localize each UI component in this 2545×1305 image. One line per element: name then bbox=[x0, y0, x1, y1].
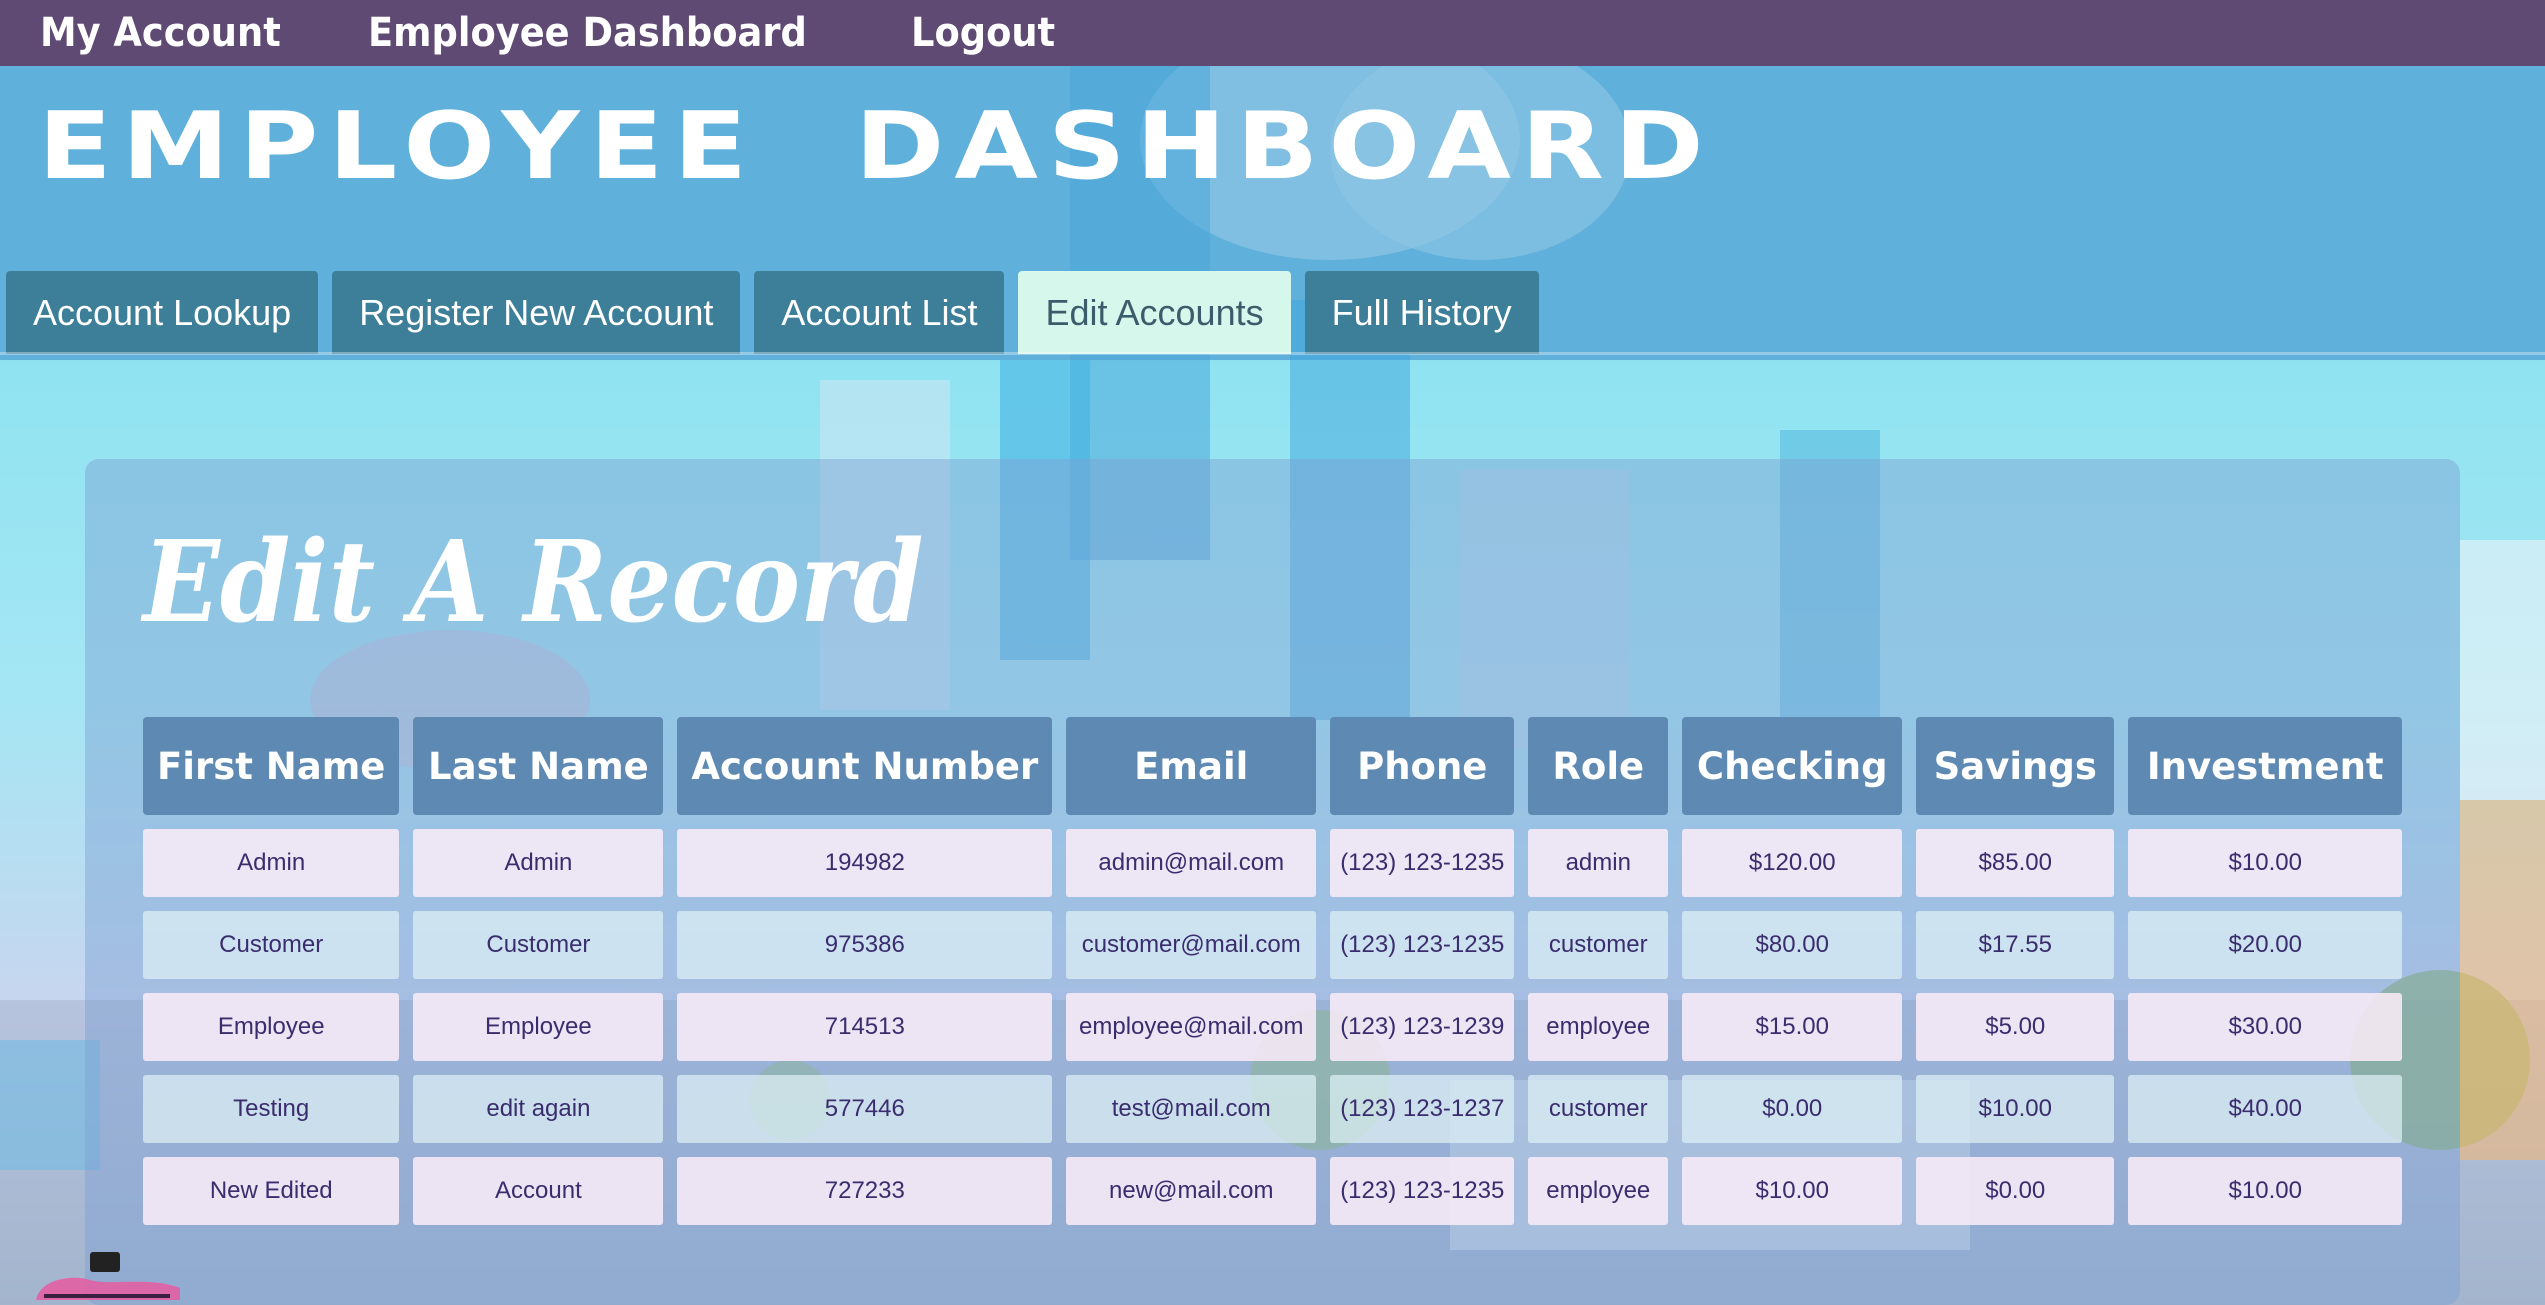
cell-savings[interactable]: $0.00 bbox=[1916, 1157, 2115, 1225]
column-header-investment: Investment bbox=[2128, 717, 2403, 815]
table-row[interactable]: New Edited Account 727233 new@mail.com (… bbox=[143, 1157, 2403, 1225]
tab-strip-divider bbox=[0, 352, 2545, 355]
cell-investment[interactable]: $10.00 bbox=[2128, 829, 2403, 897]
nav-employee-dashboard-link[interactable]: Employee Dashboard bbox=[368, 11, 807, 55]
tab-full-history[interactable]: Full History bbox=[1304, 271, 1539, 354]
column-header-first-name: First Name bbox=[143, 717, 400, 815]
cell-investment[interactable]: $40.00 bbox=[2128, 1075, 2403, 1143]
cell-checking[interactable]: $15.00 bbox=[1682, 993, 1903, 1061]
cell-first-name[interactable]: Admin bbox=[143, 829, 400, 897]
cell-last-name[interactable]: edit again bbox=[413, 1075, 664, 1143]
cell-role[interactable]: admin bbox=[1528, 829, 1669, 897]
cell-savings[interactable]: $5.00 bbox=[1916, 993, 2115, 1061]
powerpuff-logo-icon bbox=[36, 1252, 180, 1300]
cell-last-name[interactable]: Account bbox=[413, 1157, 664, 1225]
cell-checking[interactable]: $0.00 bbox=[1682, 1075, 1903, 1143]
cell-checking[interactable]: $10.00 bbox=[1682, 1157, 1903, 1225]
cell-account-number[interactable]: 975386 bbox=[677, 911, 1053, 979]
column-header-checking: Checking bbox=[1682, 717, 1903, 815]
cell-checking[interactable]: $120.00 bbox=[1682, 829, 1903, 897]
cell-investment[interactable]: $10.00 bbox=[2128, 1157, 2403, 1225]
cell-phone[interactable]: (123) 123-1235 bbox=[1330, 911, 1515, 979]
cell-account-number[interactable]: 194982 bbox=[677, 829, 1053, 897]
cell-email[interactable]: new@mail.com bbox=[1066, 1157, 1317, 1225]
column-header-savings: Savings bbox=[1916, 717, 2115, 815]
cell-last-name[interactable]: Customer bbox=[413, 911, 664, 979]
cell-last-name[interactable]: Admin bbox=[413, 829, 664, 897]
panel-title: Edit A Record bbox=[143, 517, 924, 648]
nav-logout-link[interactable]: Logout bbox=[911, 11, 1055, 55]
cell-role[interactable]: employee bbox=[1528, 993, 1669, 1061]
column-header-last-name: Last Name bbox=[413, 717, 664, 815]
dashboard-tabs: Account Lookup Register New Account Acco… bbox=[6, 271, 1539, 354]
cell-first-name[interactable]: Employee bbox=[143, 993, 400, 1061]
cell-email[interactable]: customer@mail.com bbox=[1066, 911, 1317, 979]
cell-email[interactable]: test@mail.com bbox=[1066, 1075, 1317, 1143]
page-title: EMPLOYEE DASHBOARD bbox=[38, 92, 1714, 201]
tab-account-lookup[interactable]: Account Lookup bbox=[6, 271, 319, 354]
column-header-account-number: Account Number bbox=[677, 717, 1053, 815]
cell-savings[interactable]: $17.55 bbox=[1916, 911, 2115, 979]
tab-register-new-account[interactable]: Register New Account bbox=[332, 271, 741, 354]
nav-my-account-link[interactable]: My Account bbox=[40, 11, 281, 55]
cell-checking[interactable]: $80.00 bbox=[1682, 911, 1903, 979]
cell-account-number[interactable]: 714513 bbox=[677, 993, 1053, 1061]
accounts-table: First Name Last Name Account Number Emai… bbox=[129, 703, 2416, 1239]
cell-role[interactable]: customer bbox=[1528, 911, 1669, 979]
cell-role[interactable]: employee bbox=[1528, 1157, 1669, 1225]
column-header-email: Email bbox=[1066, 717, 1317, 815]
tab-edit-accounts[interactable]: Edit Accounts bbox=[1018, 271, 1291, 354]
column-header-role: Role bbox=[1528, 717, 1669, 815]
table-row[interactable]: Admin Admin 194982 admin@mail.com (123) … bbox=[143, 829, 2403, 897]
cell-phone[interactable]: (123) 123-1235 bbox=[1330, 829, 1515, 897]
cell-first-name[interactable]: Customer bbox=[143, 911, 400, 979]
cell-last-name[interactable]: Employee bbox=[413, 993, 664, 1061]
top-navigation-bar: My Account Employee Dashboard Logout bbox=[0, 0, 2545, 66]
table-row[interactable]: Employee Employee 714513 employee@mail.c… bbox=[143, 993, 2403, 1061]
cell-account-number[interactable]: 577446 bbox=[677, 1075, 1053, 1143]
table-row[interactable]: Testing edit again 577446 test@mail.com … bbox=[143, 1075, 2403, 1143]
cell-savings[interactable]: $85.00 bbox=[1916, 829, 2115, 897]
cell-investment[interactable]: $30.00 bbox=[2128, 993, 2403, 1061]
cell-first-name[interactable]: New Edited bbox=[143, 1157, 400, 1225]
table-row[interactable]: Customer Customer 975386 customer@mail.c… bbox=[143, 911, 2403, 979]
cell-investment[interactable]: $20.00 bbox=[2128, 911, 2403, 979]
cell-phone[interactable]: (123) 123-1235 bbox=[1330, 1157, 1515, 1225]
column-header-phone: Phone bbox=[1330, 717, 1515, 815]
cell-account-number[interactable]: 727233 bbox=[677, 1157, 1053, 1225]
cell-first-name[interactable]: Testing bbox=[143, 1075, 400, 1143]
tab-account-list[interactable]: Account List bbox=[754, 271, 1005, 354]
table-header-row: First Name Last Name Account Number Emai… bbox=[143, 717, 2403, 815]
cell-phone[interactable]: (123) 123-1239 bbox=[1330, 993, 1515, 1061]
cell-email[interactable]: admin@mail.com bbox=[1066, 829, 1317, 897]
cell-phone[interactable]: (123) 123-1237 bbox=[1330, 1075, 1515, 1143]
cell-savings[interactable]: $10.00 bbox=[1916, 1075, 2115, 1143]
cell-role[interactable]: customer bbox=[1528, 1075, 1669, 1143]
cell-email[interactable]: employee@mail.com bbox=[1066, 993, 1317, 1061]
